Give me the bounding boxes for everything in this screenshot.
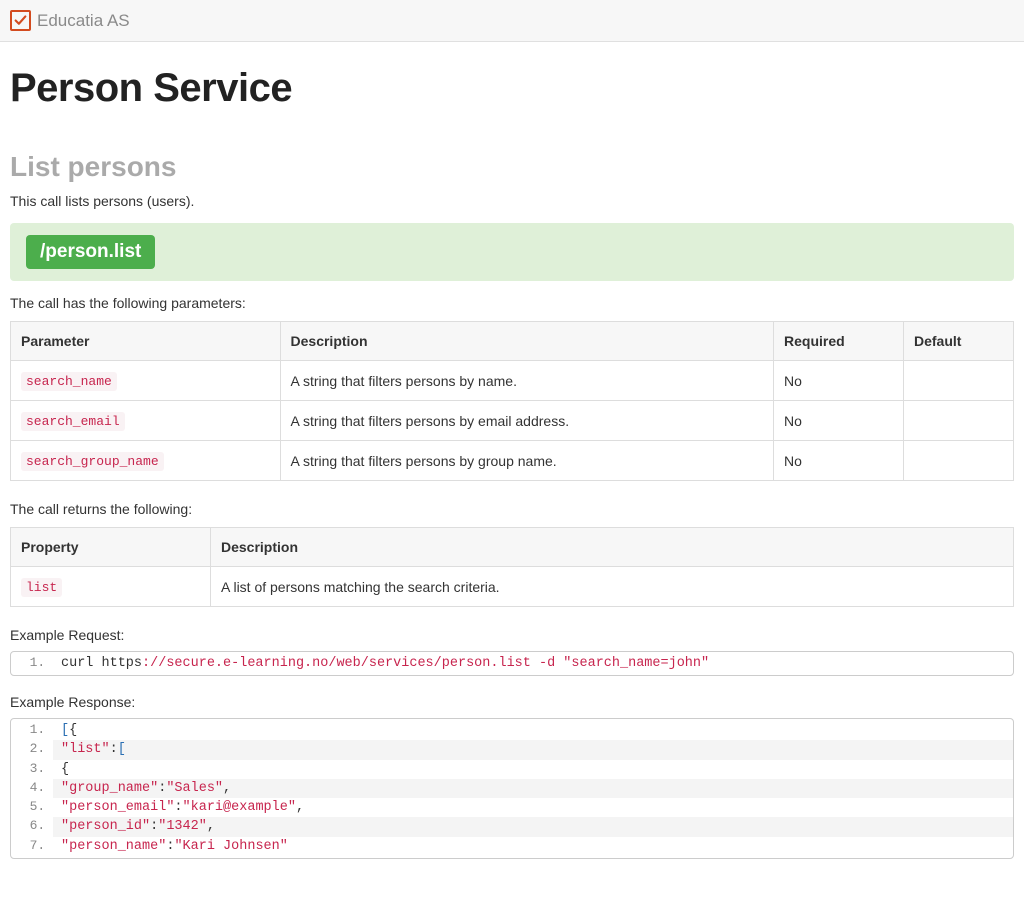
example-response-label: Example Response: xyxy=(10,694,1014,710)
params-intro: The call has the following parameters: xyxy=(10,295,1014,311)
param-default xyxy=(904,361,1014,401)
content: Person Service List persons This call li… xyxy=(0,66,1024,917)
code-text: "1342" xyxy=(158,819,207,834)
brand-logo-icon xyxy=(10,10,31,31)
code-text: "kari@example" xyxy=(183,800,296,815)
param-name: search_email xyxy=(21,412,125,431)
code-text: "list" xyxy=(61,742,110,757)
example-request-code: curl https://secure.e-learning.no/web/se… xyxy=(10,651,1014,676)
param-name: search_name xyxy=(21,372,117,391)
param-default xyxy=(904,441,1014,481)
example-response-code: [{ "list":[ { "group_name":"Sales", "per… xyxy=(10,718,1014,859)
param-desc: A string that filters persons by group n… xyxy=(280,441,773,481)
param-required: No xyxy=(774,441,904,481)
param-required: No xyxy=(774,401,904,441)
col-parameter: Parameter xyxy=(11,322,281,361)
example-request-label: Example Request: xyxy=(10,627,1014,643)
params-table: Parameter Description Required Default s… xyxy=(10,321,1014,481)
col-property: Property xyxy=(11,528,211,567)
endpoint-pill: /person.list xyxy=(26,235,155,269)
returns-table: Property Description list A list of pers… xyxy=(10,527,1014,607)
page-title: Person Service xyxy=(10,66,1014,111)
brand-name[interactable]: Educatia AS xyxy=(37,11,130,31)
param-desc: A string that filters persons by name. xyxy=(280,361,773,401)
code-text: "Sales" xyxy=(166,781,223,796)
topbar: Educatia AS xyxy=(0,0,1024,42)
code-text: "group_name" xyxy=(61,781,158,796)
col-required: Required xyxy=(774,322,904,361)
param-default xyxy=(904,401,1014,441)
code-text: ://secure.e-learning.no/web/services/per… xyxy=(142,656,709,671)
endpoint-box: /person.list xyxy=(10,223,1014,281)
code-text: "person_name" xyxy=(61,839,166,854)
col-default: Default xyxy=(904,322,1014,361)
code-text: "person_email" xyxy=(61,800,174,815)
return-desc: A list of persons matching the search cr… xyxy=(211,567,1014,607)
table-row: list A list of persons matching the sear… xyxy=(11,567,1014,607)
code-text: "person_id" xyxy=(61,819,150,834)
return-prop: list xyxy=(21,578,62,597)
returns-intro: The call returns the following: xyxy=(10,501,1014,517)
code-text: "Kari Johnsen" xyxy=(174,839,287,854)
col-description: Description xyxy=(211,528,1014,567)
code-text: [ xyxy=(61,723,69,738)
param-required: No xyxy=(774,361,904,401)
table-row: search_email A string that filters perso… xyxy=(11,401,1014,441)
code-text: curl https xyxy=(61,656,142,671)
param-name: search_group_name xyxy=(21,452,164,471)
code-text: { xyxy=(69,723,77,738)
table-row: search_name A string that filters person… xyxy=(11,361,1014,401)
section-intro: This call lists persons (users). xyxy=(10,193,1014,209)
code-text: { xyxy=(61,762,69,777)
param-desc: A string that filters persons by email a… xyxy=(280,401,773,441)
section-title: List persons xyxy=(10,151,1014,183)
code-text: : xyxy=(110,742,118,757)
code-text: [ xyxy=(118,742,126,757)
table-row: search_group_name A string that filters … xyxy=(11,441,1014,481)
col-description: Description xyxy=(280,322,773,361)
